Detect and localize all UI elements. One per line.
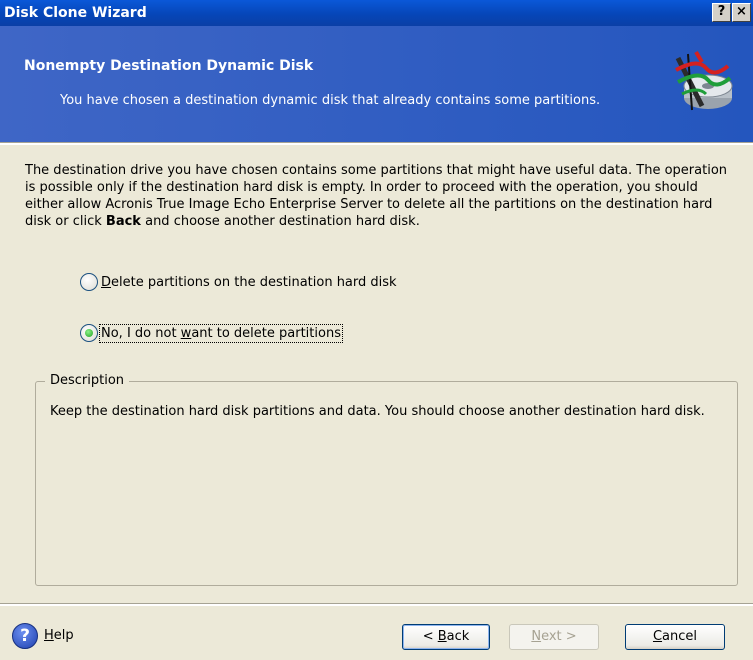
window-title: Disk Clone Wizard [4, 5, 147, 21]
cancel-button[interactable]: Cancel [625, 624, 725, 650]
option-keep-label: No, I do not want to delete partitions [99, 323, 343, 343]
disk-clone-icon [675, 50, 733, 111]
description-legend: Description [45, 373, 130, 388]
back-button[interactable]: < Back [402, 624, 490, 650]
intro-text: The destination drive you have chosen co… [25, 163, 728, 229]
wizard-header: Nonempty Destination Dynamic Disk You ha… [0, 26, 753, 142]
help-caption-button[interactable]: ? [712, 3, 731, 22]
help-icon[interactable]: ? [12, 623, 38, 649]
close-button[interactable]: × [732, 3, 751, 22]
option-delete-partitions[interactable]: Delete partitions on the destination har… [80, 271, 397, 293]
description-text: Keep the destination hard disk partition… [50, 404, 705, 419]
option-delete-label: Delete partitions on the destination har… [101, 274, 397, 290]
title-bar[interactable]: Disk Clone Wizard ? × [0, 0, 753, 26]
radio-delete-partitions[interactable] [80, 273, 98, 291]
radio-keep-partitions[interactable] [80, 324, 98, 342]
option-keep-partitions[interactable]: No, I do not want to delete partitions [80, 322, 343, 344]
page-title: Nonempty Destination Dynamic Disk [24, 58, 314, 74]
header-divider [0, 142, 753, 145]
help-link[interactable]: Help [44, 628, 74, 643]
next-button[interactable]: Next > [509, 624, 599, 650]
footer-divider [0, 603, 753, 606]
page-subtitle: You have chosen a destination dynamic di… [60, 93, 601, 108]
back-emphasis: Back [105, 214, 141, 229]
